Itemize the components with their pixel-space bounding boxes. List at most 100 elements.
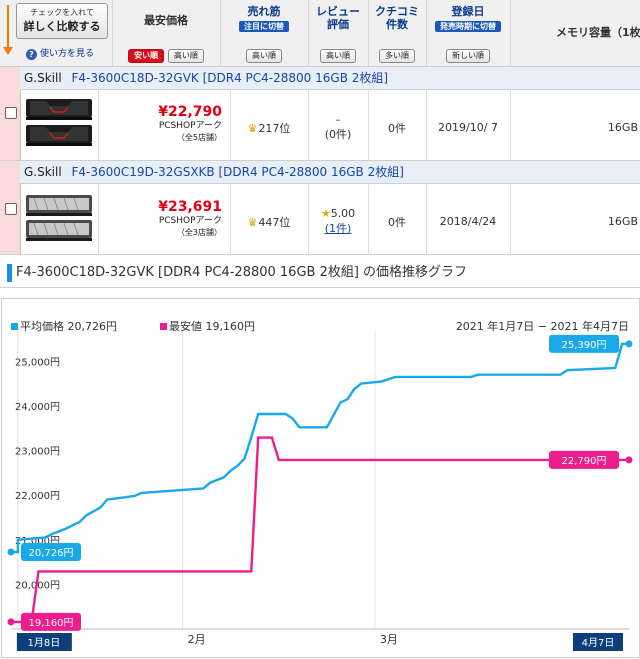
y-tick-label: 25,000円: [15, 357, 60, 368]
review-count: (0件): [324, 128, 352, 141]
chart-plot: 1年2月3月20,000円21,000円22,000円23,000円24,000…: [7, 331, 633, 651]
divider: [98, 90, 99, 160]
compare-button-line2: 詳しく比較する: [23, 20, 101, 33]
series-line: [11, 436, 629, 624]
lowest-price-sorts: 安い順 高い順: [112, 47, 220, 63]
divider: [510, 184, 511, 254]
review-score: 5.00: [330, 207, 356, 220]
x-tick-label: 2月: [188, 633, 206, 646]
review-title-line2[interactable]: 評価: [308, 18, 368, 31]
memory-title[interactable]: メモリ容量（1枚: [556, 26, 640, 39]
maker-name[interactable]: G.Skill: [24, 71, 62, 85]
registered-date: 2018/4/24: [439, 215, 497, 228]
compare-checkbox[interactable]: [5, 107, 17, 119]
attention-switch-button[interactable]: 注目に切替: [239, 21, 289, 32]
product-name-bar: G.Skill F4-3600C18D-32GVK [DDR4 PC4-2880…: [20, 67, 640, 90]
price-cell: ¥23,691 PCSHOPアーク （全3店舗）: [130, 199, 230, 238]
kuchikomi-title-line2[interactable]: 件数: [368, 18, 426, 31]
start-point: [7, 618, 15, 626]
end-point: [625, 340, 633, 348]
product-name-link[interactable]: F4-3600C18D-32GVK [DDR4 PC4-28800 16GB 2…: [72, 71, 389, 85]
registered-header: 登録日 発売時期に切替: [426, 5, 510, 32]
memory-cell: 16GB: [560, 120, 638, 134]
registered-date: 2019/10/ 7: [438, 121, 498, 134]
howto-label: 使い方を見る: [40, 49, 95, 59]
review-cell: – (0件): [308, 113, 368, 142]
end-label: 22,790円: [562, 456, 607, 467]
shop-name[interactable]: PCSHOPアーク: [130, 215, 230, 227]
registered-sort-button[interactable]: 新しい順: [446, 49, 490, 63]
rank-value: 217位: [258, 122, 291, 135]
divider: [510, 0, 511, 66]
rank-value: 447位: [258, 216, 291, 229]
crown-icon: ♛: [247, 122, 258, 135]
price-history-chart: 平均価格 20,726円 最安値 19,160円 2021 年1月7日 − 20…: [1, 298, 640, 658]
memory-value: 16GB: [607, 121, 638, 134]
registered-cell: 2019/10/ 7: [426, 120, 510, 134]
start-date-tag: 1月8日: [27, 637, 60, 649]
registered-cell: 2018/4/24: [426, 214, 510, 228]
kuchikomi-sorts: 多い順: [368, 47, 426, 63]
registered-title[interactable]: 登録日: [426, 5, 510, 18]
review-cell: ★5.00 (1件): [308, 207, 368, 236]
compare-button[interactable]: チェックを入れて 詳しく比較する: [16, 3, 108, 39]
memory-header: メモリ容量（1枚: [556, 26, 640, 39]
start-label: 19,160円: [29, 618, 74, 629]
lowest-price[interactable]: ¥23,691: [130, 199, 230, 215]
arrow-down-icon: [3, 5, 13, 55]
sort-cheap-button[interactable]: 安い順: [128, 49, 165, 63]
best-seller-title[interactable]: 売れ筋: [220, 5, 308, 18]
start-label: 20,726円: [29, 548, 74, 559]
x-tick-label: 3月: [380, 633, 398, 646]
release-switch-button[interactable]: 発売時期に切替: [435, 21, 501, 32]
review-header: レビュー 評価: [308, 5, 368, 31]
shop-count[interactable]: （全3店舗）: [130, 227, 230, 238]
ram-module-silver-icon[interactable]: [24, 188, 94, 246]
series-line: [11, 342, 629, 554]
shop-name[interactable]: PCSHOPアーク: [130, 120, 230, 132]
review-title-line1[interactable]: レビュー: [308, 5, 368, 18]
divider: [510, 90, 511, 160]
y-tick-label: 23,000円: [15, 447, 60, 458]
divider: [98, 184, 99, 254]
kuchikomi-header: クチコミ 件数: [368, 5, 426, 31]
best-seller-sorts: 高い順: [220, 47, 308, 63]
kuchikomi-count: 0件: [388, 216, 406, 229]
title-accent: [7, 264, 12, 282]
row-divider: [0, 254, 640, 255]
end-label: 25,390円: [562, 340, 607, 351]
list-header: チェックを入れて 詳しく比較する ? 使い方を見る 最安価格 安い順 高い順 売れ…: [0, 0, 640, 67]
kuchikomi-cell: 0件: [368, 214, 426, 230]
review-score: –: [335, 113, 341, 126]
product-name-bar: G.Skill F4-3600C19D-32GSXKB [DDR4 PC4-28…: [20, 161, 640, 184]
best-seller-header: 売れ筋 注目に切替: [220, 5, 308, 32]
compare-button-line1: チェックを入れて: [30, 8, 94, 17]
star-icon: ★: [320, 207, 331, 220]
memory-value: 16GB: [607, 215, 638, 228]
kuchikomi-count: 0件: [388, 122, 406, 135]
lowest-price[interactable]: ¥22,790: [130, 104, 230, 120]
registered-sorts: 新しい順: [426, 47, 510, 63]
howto-link[interactable]: ? 使い方を見る: [26, 46, 94, 60]
ram-module-black-icon[interactable]: [24, 93, 94, 151]
shop-count[interactable]: （全5店舗）: [130, 132, 230, 143]
memory-cell: 16GB: [560, 214, 638, 228]
kuchikomi-sort-button[interactable]: 多い順: [379, 49, 415, 63]
end-point: [625, 456, 633, 464]
graph-title-bar: F4-3600C18D-32GVK [DDR4 PC4-28800 16GB 2…: [0, 259, 640, 288]
crown-icon: ♛: [247, 216, 258, 229]
review-sort-button[interactable]: 高い順: [320, 49, 356, 63]
product-name-link[interactable]: F4-3600C19D-32GSXKB [DDR4 PC4-28800 16GB…: [72, 165, 404, 179]
sort-expensive-button[interactable]: 高い順: [167, 49, 204, 63]
compare-checkbox[interactable]: [5, 203, 17, 215]
maker-name[interactable]: G.Skill: [24, 165, 62, 179]
price-cell: ¥22,790 PCSHOPアーク （全5店舗）: [130, 104, 230, 143]
best-seller-sort-button[interactable]: 高い順: [246, 49, 282, 63]
question-icon: ?: [26, 49, 37, 60]
rank-cell: ♛217位: [230, 120, 308, 136]
end-date-tag: 4月7日: [582, 637, 615, 649]
y-tick-label: 22,000円: [15, 491, 60, 502]
y-tick-label: 24,000円: [15, 402, 60, 413]
kuchikomi-title-line1[interactable]: クチコミ: [368, 5, 426, 18]
review-count-link[interactable]: (1件): [325, 222, 352, 235]
